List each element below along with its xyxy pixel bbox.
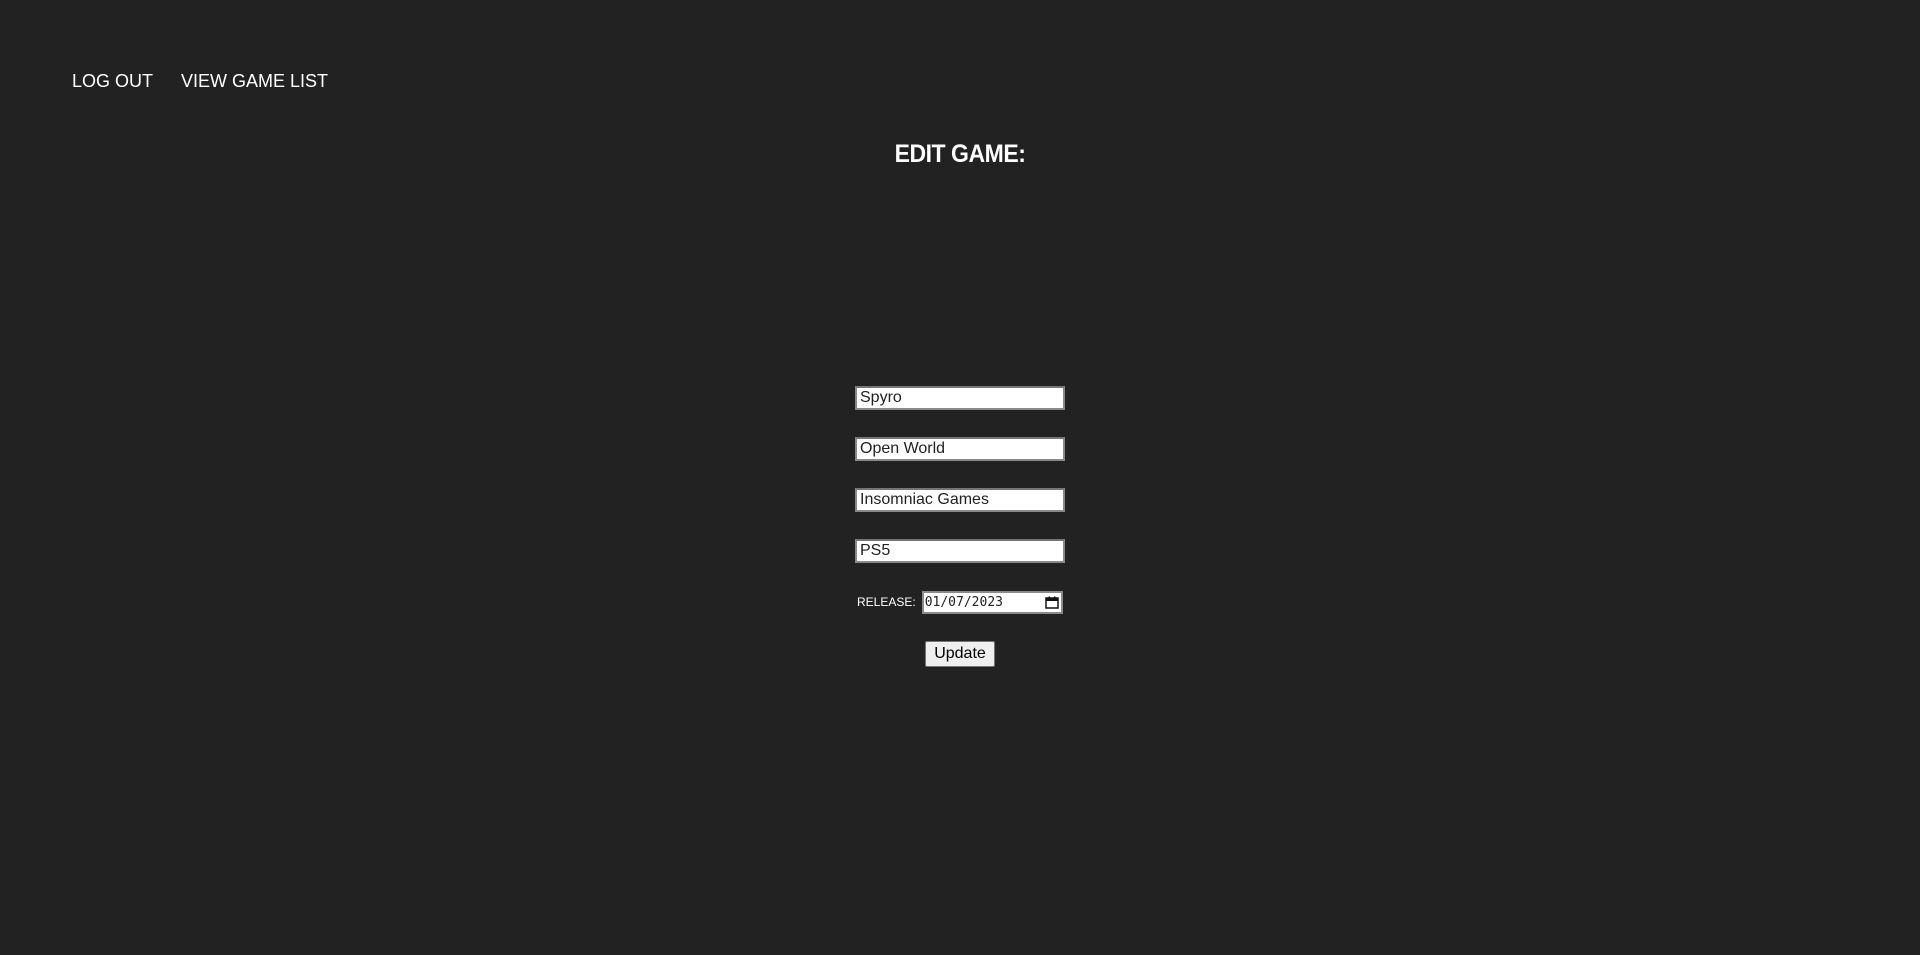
edit-game-form: RELEASE: 01/07/2023 Update <box>855 386 1065 667</box>
release-date-input[interactable]: 01/07/2023 <box>921 590 1063 614</box>
release-date-value[interactable]: 01/07/2023 <box>925 595 1003 610</box>
game-developer-input[interactable] <box>855 488 1065 512</box>
logout-link[interactable]: LOG OUT <box>72 70 153 92</box>
submit-row: Update <box>855 641 1065 667</box>
page-title: EDIT GAME: <box>894 140 1026 168</box>
game-platform-input[interactable] <box>855 539 1065 563</box>
release-row: RELEASE: 01/07/2023 <box>855 590 1065 614</box>
game-genre-input[interactable] <box>855 437 1065 461</box>
release-label: RELEASE: <box>857 595 916 609</box>
top-nav: LOG OUT VIEW GAME LIST <box>72 70 328 92</box>
game-name-input[interactable] <box>855 386 1065 410</box>
update-button[interactable]: Update <box>925 641 995 667</box>
view-game-list-link[interactable]: VIEW GAME LIST <box>181 70 328 92</box>
calendar-icon[interactable] <box>1044 596 1059 609</box>
edit-game-page: LOG OUT VIEW GAME LIST EDIT GAME: RELEAS… <box>0 0 1920 955</box>
